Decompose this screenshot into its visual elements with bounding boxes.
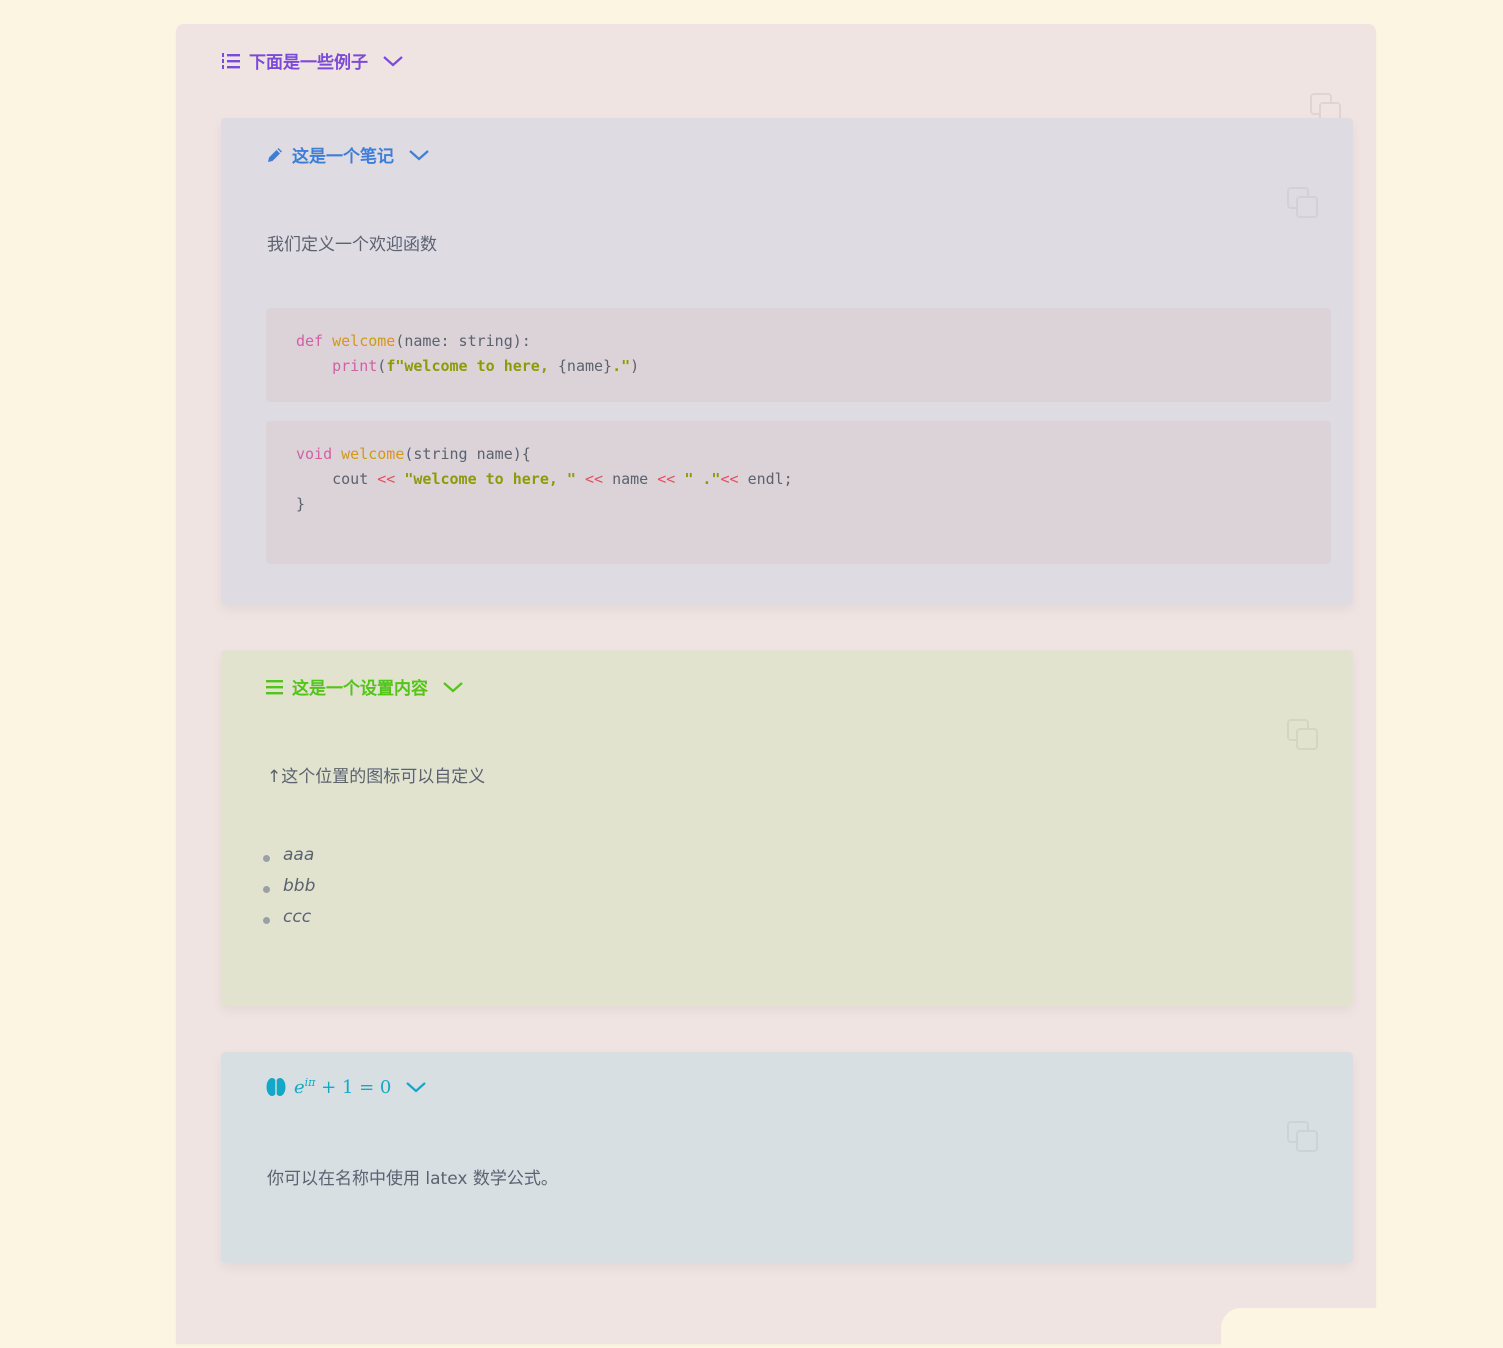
code-token: print (332, 357, 378, 375)
code-token: cout (332, 470, 369, 488)
examples-header-title: 下面是一些例子 (249, 53, 368, 73)
formula-rest: + 1 = 0 (321, 1077, 392, 1098)
copy-icon[interactable] (1286, 186, 1320, 220)
copy-icon[interactable] (1286, 1120, 1320, 1154)
code-token: << (657, 470, 676, 488)
chevron-down-icon[interactable] (408, 148, 430, 162)
note-panel: 这是一个笔记 我们定义一个欢迎函数 def welcome(name: stri… (221, 118, 1353, 605)
code-token: "welcome to here, " (404, 470, 576, 488)
math-text: 你可以在名称中使用 latex 数学公式。 (267, 1169, 558, 1189)
code-token: << (585, 470, 604, 488)
code-token: ) (630, 357, 640, 375)
code-block-cpp[interactable]: void welcome(string name){ cout << "welc… (266, 421, 1331, 564)
code-token: void (296, 445, 333, 463)
chevron-down-icon[interactable] (382, 54, 404, 68)
code-token: ( (377, 357, 387, 375)
code-token: endl; (747, 470, 793, 488)
code-token: def (296, 332, 324, 350)
note-panel-header[interactable]: 这是一个笔记 (266, 142, 430, 167)
note-panel-title: 这是一个笔记 (292, 147, 394, 167)
formula-sup: iπ (304, 1076, 316, 1089)
formula-base: e (294, 1077, 305, 1098)
page-corner (1221, 1308, 1421, 1348)
note-text: 我们定义一个欢迎函数 (267, 235, 437, 255)
code-token: } (296, 495, 306, 513)
code-token: f"welcome to here, (386, 357, 558, 375)
menu-icon (266, 679, 284, 695)
brain-icon (266, 1077, 286, 1097)
settings-text: ↑这个位置的图标可以自定义 (267, 767, 486, 787)
code-token: " ." (684, 470, 721, 488)
pencil-icon (266, 146, 284, 164)
list-item: bbb (262, 876, 316, 896)
copy-icon[interactable] (1286, 718, 1320, 752)
math-panel-header[interactable]: eiπ + 1 = 0 (266, 1076, 427, 1098)
list-item: aaa (262, 845, 315, 865)
code-token: welcome (332, 332, 396, 350)
code-token: (name: string): (395, 332, 531, 350)
math-formula: eiπ + 1 = 0 (294, 1076, 391, 1098)
settings-panel-header[interactable]: 这是一个设置内容 (266, 674, 464, 699)
code-token: << (377, 470, 396, 488)
code-token: << (720, 470, 739, 488)
code-token: (string name){ (404, 445, 531, 463)
code-token: welcome (341, 445, 405, 463)
code-token: ." (612, 357, 631, 375)
list-item: ccc (262, 907, 312, 927)
examples-header[interactable]: 下面是一些例子 (221, 48, 404, 73)
code-token: {name} (557, 357, 613, 375)
list-ordered-icon (221, 52, 241, 70)
examples-container: 下面是一些例子 这是一个笔记 我们定义一个欢迎函数 def welcome(na… (176, 24, 1376, 1344)
code-token: name (612, 470, 649, 488)
chevron-down-icon[interactable] (405, 1080, 427, 1094)
settings-panel-title: 这是一个设置内容 (292, 679, 428, 699)
chevron-down-icon[interactable] (442, 680, 464, 694)
code-block-python[interactable]: def welcome(name: string): print(f"welco… (266, 308, 1331, 402)
math-panel: eiπ + 1 = 0 你可以在名称中使用 latex 数学公式。 (221, 1052, 1353, 1263)
settings-panel: 这是一个设置内容 ↑这个位置的图标可以自定义 aaa bbb ccc (221, 650, 1353, 1006)
